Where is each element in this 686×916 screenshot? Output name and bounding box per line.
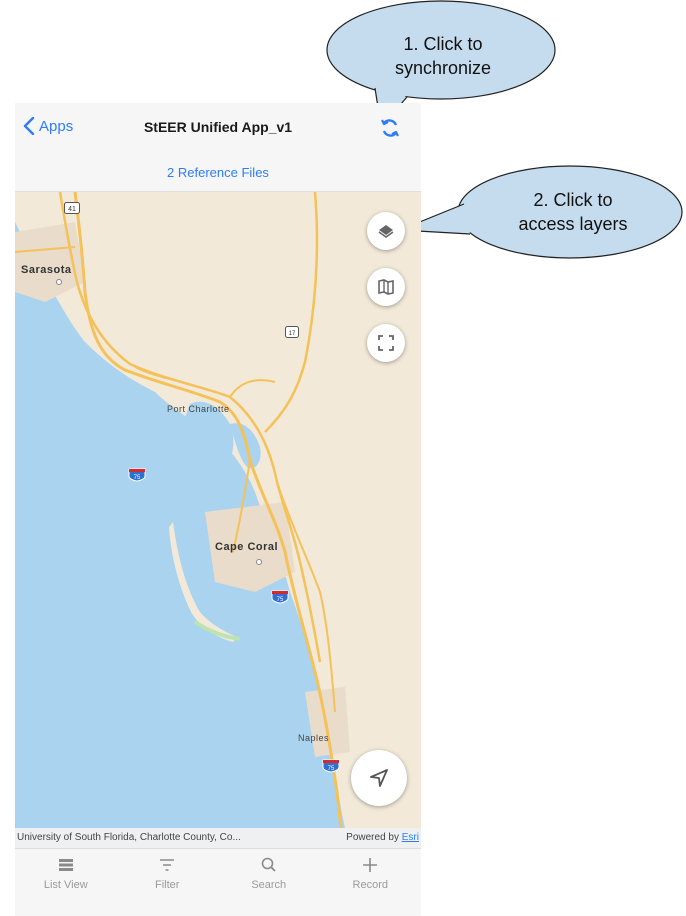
tab-list-view-label: List View [43,879,88,891]
tab-search[interactable]: Search [218,849,320,916]
sync-icon [381,119,399,137]
layers-icon [378,225,394,238]
attribution-powered-by: Powered by Esri [346,832,419,843]
tab-search-label: Search [251,879,287,891]
layers-button[interactable] [367,212,405,250]
callout-layers-line1: 2. Click to [533,190,613,210]
powered-by-label: Powered by [346,832,399,843]
interstate-shield: 75 [128,468,146,482]
list-icon [58,859,73,871]
sync-button[interactable] [379,117,401,144]
map-label-cape-coral: Cape Coral [215,541,279,553]
tab-list-view[interactable]: List View [15,849,117,916]
interstate-shield: 75 [271,590,289,604]
map-attribution: University of South Florida, Charlotte C… [15,828,421,848]
reference-files-link[interactable]: 2 Reference Files [167,165,269,180]
shield-75-text-b: 75 [277,597,284,603]
locate-button[interactable] [351,750,407,806]
us-highway-shield: 41 [64,202,80,214]
reference-files-bar: 2 Reference Files [15,155,421,192]
location-arrow-icon [370,769,388,787]
tab-bar: List View Filter Search Record [15,848,421,916]
expand-icon [378,335,394,351]
shield-75-text-c: 75 [328,766,335,772]
attribution-source: University of South Florida, Charlotte C… [17,832,241,843]
callout-synchronize-text: 1. Click to synchronize [355,32,531,80]
map-icon [378,279,394,295]
filter-icon [160,859,175,871]
map-label-naples: Naples [298,733,330,743]
interstate-shield: 75 [322,759,340,773]
app-screen: Apps StEER Unified App_v1 2 Reference Fi… [15,103,421,916]
map-label-port-charlotte: Port Charlotte [167,404,230,414]
callout-synchronize-line2: synchronize [394,58,492,78]
tab-record-label: Record [352,879,388,891]
tab-filter[interactable]: Filter [117,849,219,916]
shield-17-text: 17 [289,331,296,337]
shield-75-text-a: 75 [134,475,141,481]
map-label-sarasota: Sarasota [21,264,72,276]
map-view[interactable]: Sarasota Port Charlotte Cape Coral Naple… [15,192,421,828]
callout-layers-line2: access layers [518,214,628,234]
basemap-button[interactable] [367,268,405,306]
shield-41-text: 41 [68,206,76,213]
fullscreen-button[interactable] [367,324,405,362]
tab-filter-label: Filter [155,879,180,891]
esri-link[interactable]: Esri [402,832,419,843]
navigation-bar: Apps StEER Unified App_v1 [15,103,421,155]
state-road-shield: 17 [285,326,299,338]
callout-synchronize-line1: 1. Click to [403,34,483,54]
search-icon [261,857,276,872]
map-basemap [15,192,421,828]
tab-record[interactable]: Record [320,849,422,916]
callout-layers-text: 2. Click to access layers [498,188,648,236]
page-title: StEER Unified App_v1 [143,119,293,135]
plus-icon [363,858,378,872]
